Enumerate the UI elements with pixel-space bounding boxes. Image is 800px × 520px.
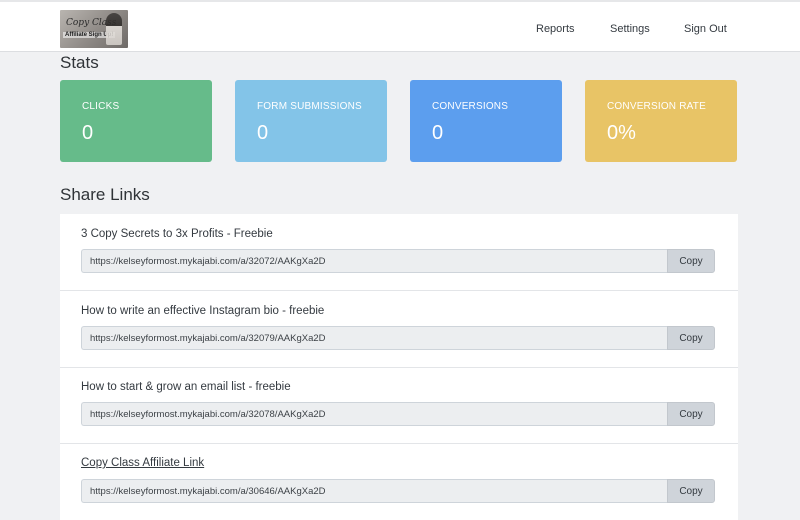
share-link-url-input[interactable] (81, 402, 667, 426)
brand-logo[interactable]: Copy Class Affiliate Sign Up! (60, 10, 128, 48)
stat-label: CONVERSION RATE (607, 101, 706, 112)
stat-card-form-submissions: FORM SUBMISSIONS 0 (235, 80, 387, 162)
stat-card-conversions: CONVERSIONS 0 (410, 80, 562, 162)
copy-button[interactable]: Copy (667, 326, 715, 350)
affiliate-link-title[interactable]: Copy Class Affiliate Link (81, 457, 204, 469)
share-link-url-input[interactable] (81, 326, 667, 350)
share-link-item: Copy Class Affiliate Link Copy (60, 444, 738, 520)
stat-label: FORM SUBMISSIONS (257, 101, 362, 112)
share-link-url-input[interactable] (81, 249, 667, 273)
share-link-url-input[interactable] (81, 479, 667, 503)
copy-button[interactable]: Copy (667, 479, 715, 503)
share-link-url-group: Copy (81, 326, 715, 350)
stat-value: 0 (432, 122, 444, 144)
share-links-heading: Share Links (60, 185, 150, 204)
stat-value: 0% (607, 122, 636, 144)
stat-label: CLICKS (82, 101, 120, 112)
share-link-item: How to start & grow an email list - free… (60, 368, 738, 444)
share-links-panel: 3 Copy Secrets to 3x Profits - Freebie C… (60, 214, 738, 520)
share-link-title: How to start & grow an email list - free… (81, 381, 291, 393)
share-link-title: How to write an effective Instagram bio … (81, 305, 325, 317)
nav-reports-link[interactable]: Reports (536, 23, 575, 35)
copy-button[interactable]: Copy (667, 249, 715, 273)
share-link-url-group: Copy (81, 249, 715, 273)
top-navbar: Copy Class Affiliate Sign Up! Reports Se… (0, 2, 800, 52)
share-link-item: How to write an effective Instagram bio … (60, 291, 738, 368)
nav-settings-link[interactable]: Settings (610, 23, 650, 35)
copy-button[interactable]: Copy (667, 402, 715, 426)
nav-sign-out-link[interactable]: Sign Out (684, 23, 727, 35)
stat-card-clicks: CLICKS 0 (60, 80, 212, 162)
stat-card-conversion-rate: CONVERSION RATE 0% (585, 80, 737, 162)
share-link-title: 3 Copy Secrets to 3x Profits - Freebie (81, 228, 273, 240)
share-link-url-group: Copy (81, 402, 715, 426)
logo-person-image (106, 13, 122, 45)
stat-value: 0 (82, 122, 94, 144)
stats-heading: Stats (60, 53, 99, 72)
share-link-url-group: Copy (81, 479, 715, 503)
share-link-item: 3 Copy Secrets to 3x Profits - Freebie C… (60, 214, 738, 291)
stat-label: CONVERSIONS (432, 101, 509, 112)
stat-value: 0 (257, 122, 269, 144)
